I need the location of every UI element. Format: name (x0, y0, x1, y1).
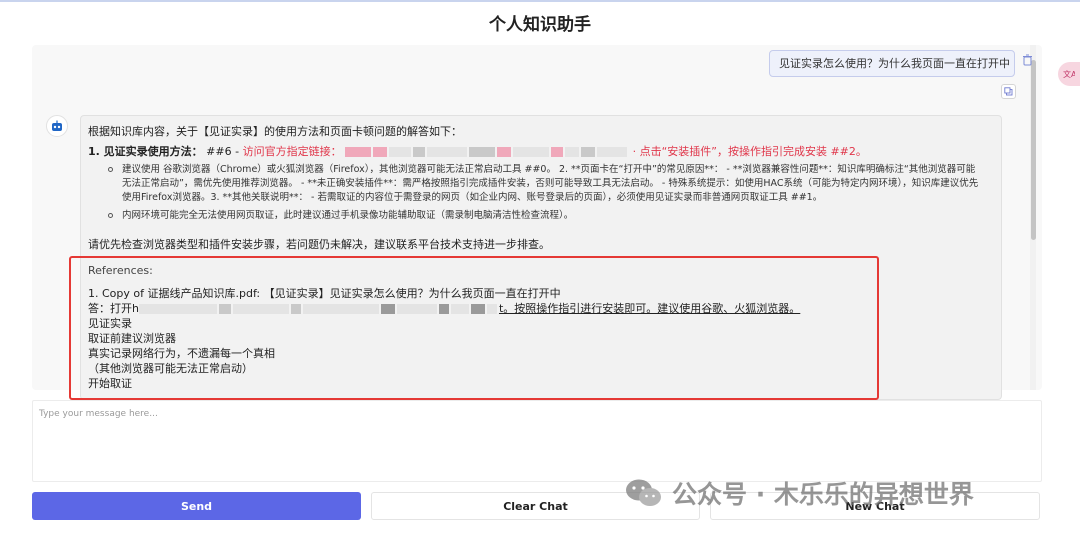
redacted-block (497, 147, 512, 157)
bullet-1: 建议使用 谷歌浏览器（Chrome）或火狐浏览器（Firefox），其他浏览器可… (122, 163, 978, 205)
redacted-block (551, 147, 564, 157)
answer-intro: 根据知识库内容，关于【见证实录】的使用方法和页面卡顿问题的解答如下： (88, 125, 462, 138)
user-message-bubble: 见证实录怎么使用？为什么我页面一直在打开中 (769, 50, 1015, 77)
message-input-container[interactable] (32, 400, 1042, 482)
redacted-block (581, 147, 596, 157)
send-button[interactable]: Send (32, 492, 361, 520)
bot-avatar-icon (46, 115, 68, 137)
chat-scrollbar-thumb[interactable] (1031, 60, 1036, 240)
message-input[interactable] (33, 401, 1041, 481)
redacted-block (565, 147, 580, 157)
redacted-block (345, 147, 372, 157)
redacted-block (413, 147, 426, 157)
redacted-block (597, 147, 628, 157)
trash-icon[interactable] (1020, 52, 1035, 67)
answer-step-1: 1. 见证实录使用方法： ##6 - 访问官方指定链接： · 点击“安装插件”，… (88, 143, 867, 159)
bullet-dot (108, 167, 113, 172)
bullet-1-line-2: 无法正常启动”，需优先使用推荐浏览器。 - **未正确安装插件**：需严格按照指… (122, 178, 979, 189)
wechat-icon (626, 479, 661, 506)
redacted-block (513, 147, 550, 157)
redacted-block (389, 147, 412, 157)
bullet-dot (108, 213, 113, 218)
watermark-text: 公众号 · 木乐乐的异想世界 (672, 480, 974, 509)
top-border (0, 0, 1080, 2)
watermark: 公众号 · 木乐乐的异想世界 (624, 474, 974, 512)
step-1-link-label[interactable]: 访问官方指定链接： (243, 145, 342, 158)
page-title: 个人知识助手 (489, 15, 591, 35)
step-1-tail: · 点击“安装插件”，按操作指引完成安装 ##2。 (632, 145, 867, 158)
copy-icon[interactable] (1001, 84, 1016, 99)
references-highlight-box (69, 256, 879, 400)
bullet-1-line-3: 使用Firefox浏览器。3. **其他关联说明**： - 若需取证的内容位于需… (122, 192, 823, 203)
redacted-block (373, 147, 388, 157)
redacted-block (427, 147, 468, 157)
svg-text:文A: 文A (1063, 69, 1075, 79)
bullet-1-line-1: 建议使用 谷歌浏览器（Chrome）或火狐浏览器（Firefox），其他浏览器可… (122, 164, 976, 175)
bullet-2: 内网环境可能完全无法使用网页取证，此时建议通过手机录像功能辅助取证（需录制电脑清… (122, 210, 574, 221)
translate-badge-icon[interactable]: 文A (1058, 62, 1080, 86)
answer-closing: 请优先检查浏览器类型和插件安装步骤，若问题仍未解决，建议联系平台技术支持进一步排… (88, 238, 550, 251)
redacted-block (469, 147, 496, 157)
step-1-label: 1. 见证实录使用方法： (88, 145, 203, 158)
step-1-ref: ##6 - (206, 145, 240, 158)
